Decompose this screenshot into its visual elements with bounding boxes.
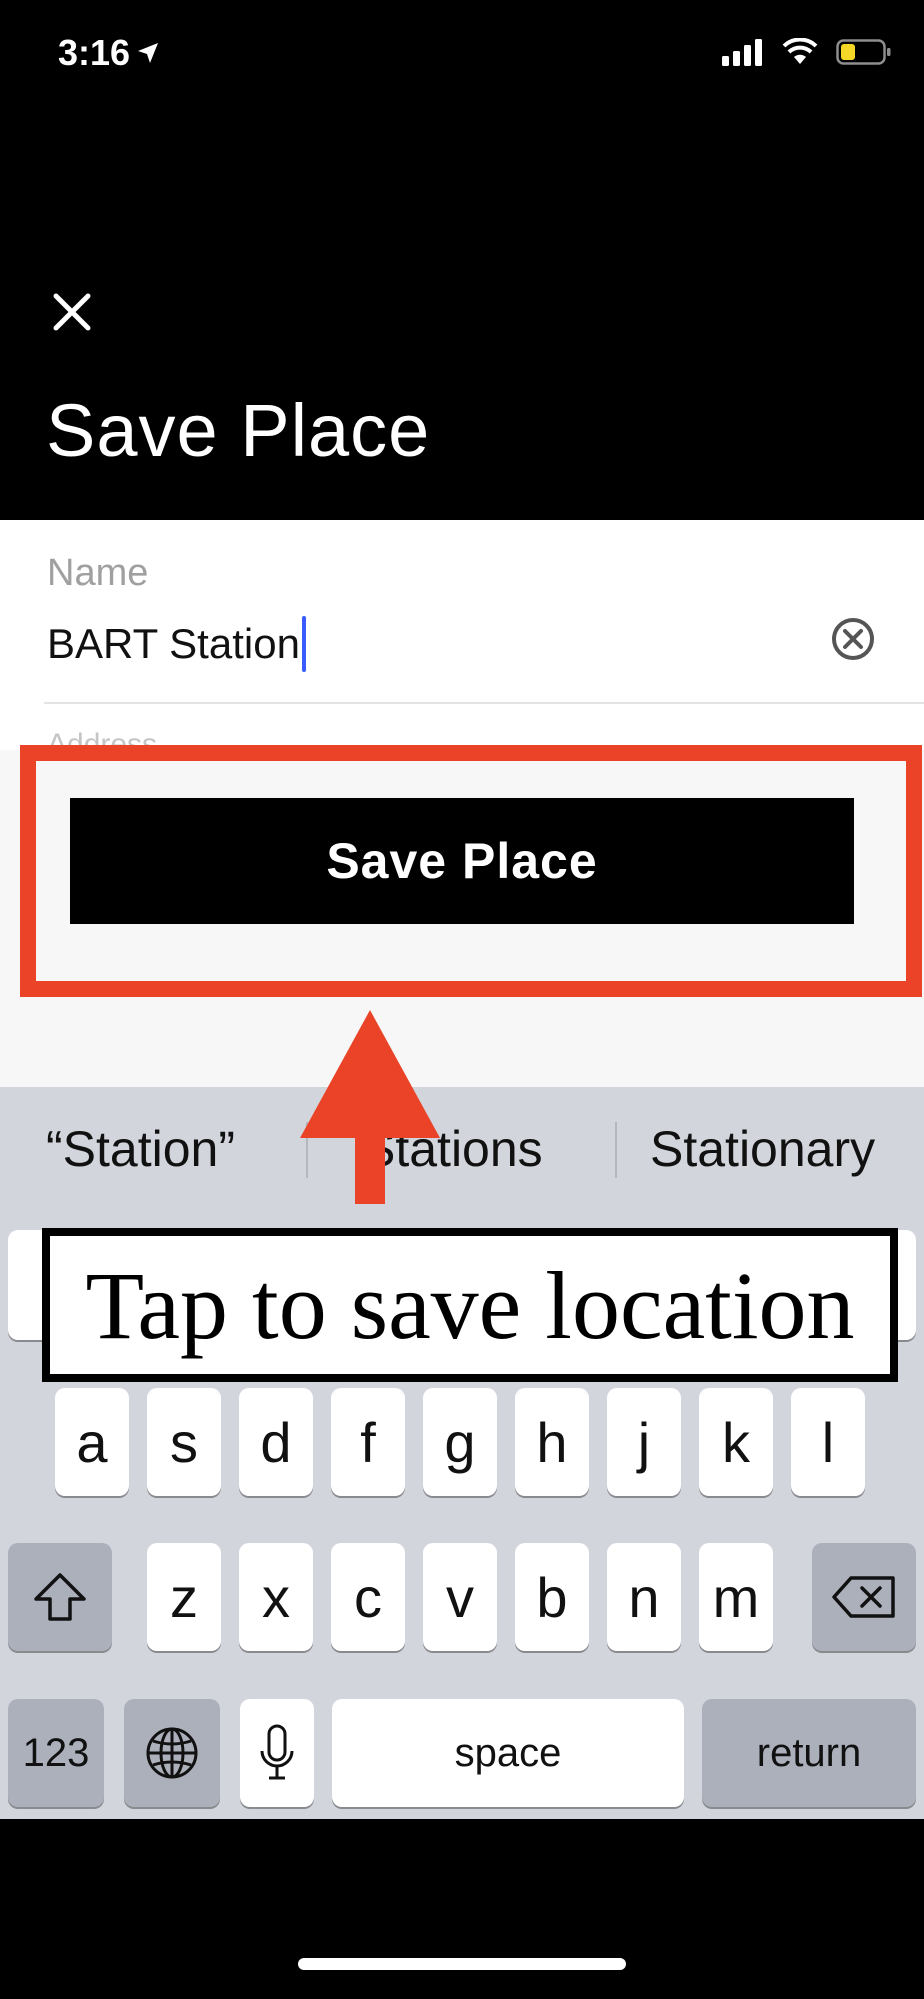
close-icon[interactable] (50, 290, 94, 334)
suggestion-separator (615, 1122, 617, 1178)
name-field-label: Name (47, 552, 149, 594)
key-g[interactable]: g (423, 1388, 497, 1496)
key-k[interactable]: k (699, 1388, 773, 1496)
return-key[interactable]: return (702, 1699, 916, 1807)
suggestion-1[interactable]: “Station” (46, 1120, 235, 1178)
suggestion-3[interactable]: Stationary (650, 1120, 875, 1178)
key-a[interactable]: a (55, 1388, 129, 1496)
status-time: 3:16 (58, 32, 160, 74)
signal-icon (722, 39, 762, 66)
key-h[interactable]: h (515, 1388, 589, 1496)
key-l[interactable]: l (791, 1388, 865, 1496)
numbers-key[interactable]: 123 (8, 1699, 104, 1807)
key-d[interactable]: d (239, 1388, 313, 1496)
space-key[interactable]: space (332, 1699, 684, 1807)
home-indicator[interactable] (298, 1958, 626, 1970)
backspace-icon (832, 1576, 895, 1618)
key-b[interactable]: b (515, 1543, 589, 1651)
key-m[interactable]: m (699, 1543, 773, 1651)
key-c[interactable]: c (331, 1543, 405, 1651)
field-divider (44, 702, 924, 704)
globe-icon (146, 1727, 198, 1779)
key-n[interactable]: n (607, 1543, 681, 1651)
wifi-icon (782, 38, 818, 64)
battery-icon (836, 39, 891, 65)
name-input-value: BART Station (47, 620, 300, 667)
key-f[interactable]: f (331, 1388, 405, 1496)
status-time-text: 3:16 (58, 32, 131, 73)
shift-key[interactable] (8, 1543, 112, 1651)
key-x[interactable]: x (239, 1543, 313, 1651)
up-arrow-icon (300, 1010, 440, 1204)
page-title: Save Place (46, 389, 431, 472)
key-j[interactable]: j (607, 1388, 681, 1496)
globe-key[interactable] (124, 1699, 220, 1807)
key-z[interactable]: z (147, 1543, 221, 1651)
save-place-button[interactable]: Save Place (70, 798, 854, 924)
clear-text-icon[interactable] (830, 616, 876, 662)
key-v[interactable]: v (423, 1543, 497, 1651)
annotation-callout: Tap to save location (42, 1228, 898, 1382)
location-arrow-icon (138, 43, 159, 63)
name-input[interactable]: BART Station (47, 616, 306, 672)
dictation-key[interactable] (240, 1699, 314, 1807)
text-caret (301, 616, 306, 672)
status-icons (722, 38, 892, 66)
shift-icon (34, 1573, 86, 1621)
delete-key[interactable] (812, 1543, 916, 1651)
microphone-icon (260, 1724, 294, 1780)
key-s[interactable]: s (147, 1388, 221, 1496)
